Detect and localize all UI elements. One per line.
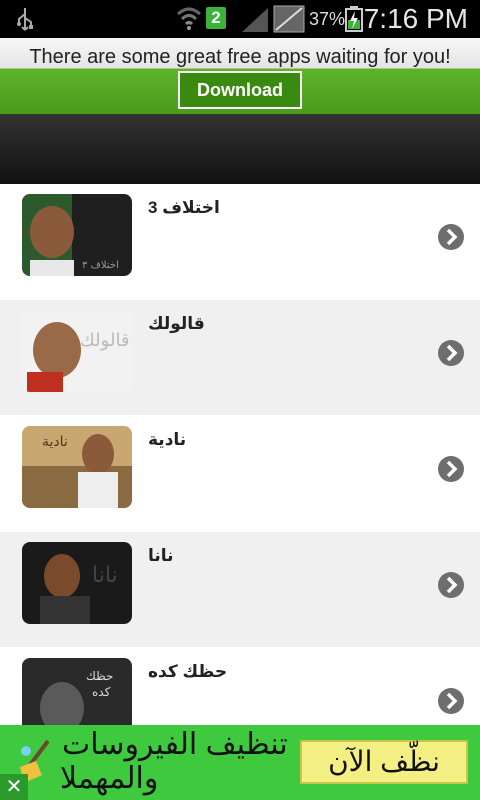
item-title: اختلاف 3 [148,198,220,217]
svg-text:نانا: نانا [92,563,118,588]
clean-now-button[interactable]: نظّف الآن [300,740,468,784]
top-ad-banner[interactable]: There are some great free apps waiting f… [0,38,480,134]
svg-text:نادية: نادية [42,434,68,450]
no-sim-icon [273,5,305,33]
chevron-right-icon[interactable] [436,570,466,600]
list-item[interactable]: نانا نانا [0,532,480,648]
thumbnail-image: حظك كده [22,658,132,725]
signal-icon [242,8,268,32]
list-item[interactable]: حظك كده حظك كده [0,648,480,725]
ad-close-button[interactable]: ✕ [0,774,28,800]
wifi-icon [176,7,202,30]
list-item[interactable]: قالولك قالولك [0,300,480,416]
item-title: نانا [148,546,174,565]
item-title: قالولك [148,314,205,333]
thumbnail-image: قالولك [22,310,132,392]
chevron-right-icon[interactable] [436,454,466,484]
battery-charging-icon [345,6,363,32]
usb-icon [17,8,33,31]
ad-message: There are some great free apps waiting f… [29,46,451,68]
clock: 7:16 PM [363,3,468,34]
ad-headline: تنظيف الفيروسات [62,728,288,761]
battery-percent: 37% [309,9,346,29]
bottom-ad-banner[interactable]: تنظيف الفيروسات والمهملا نظّف الآن [0,725,480,800]
list-item[interactable]: اختلاف ٣ اختلاف 3 [0,184,480,300]
download-now-button[interactable]: Download now [178,71,302,134]
svg-text:حظك: حظك [86,669,113,683]
status-bar: 2 37% 7:16 PM [0,0,480,38]
chevron-right-icon[interactable] [436,222,466,252]
thumbnail-image: نانا [22,542,132,624]
chevron-right-icon[interactable] [436,686,466,716]
item-title: حظك كده [148,662,228,681]
action-bar [0,114,480,184]
thumbnail-image: اختلاف ٣ [22,194,132,276]
thumbnail-image: نادية [22,426,132,508]
chevron-right-icon[interactable] [436,338,466,368]
item-title: نادية [148,430,187,449]
song-list: اختلاف ٣ اختلاف 3 قالولك قالولك نادية نا [0,184,480,725]
ad-headline-line2: والمهملا [60,762,159,795]
list-item[interactable]: نادية نادية [0,416,480,532]
notification-badge: 2 [206,7,226,29]
svg-text:اختلاف ٣: اختلاف ٣ [82,260,119,271]
svg-text:قالولك: قالولك [80,330,130,351]
svg-text:كده: كده [92,685,111,699]
